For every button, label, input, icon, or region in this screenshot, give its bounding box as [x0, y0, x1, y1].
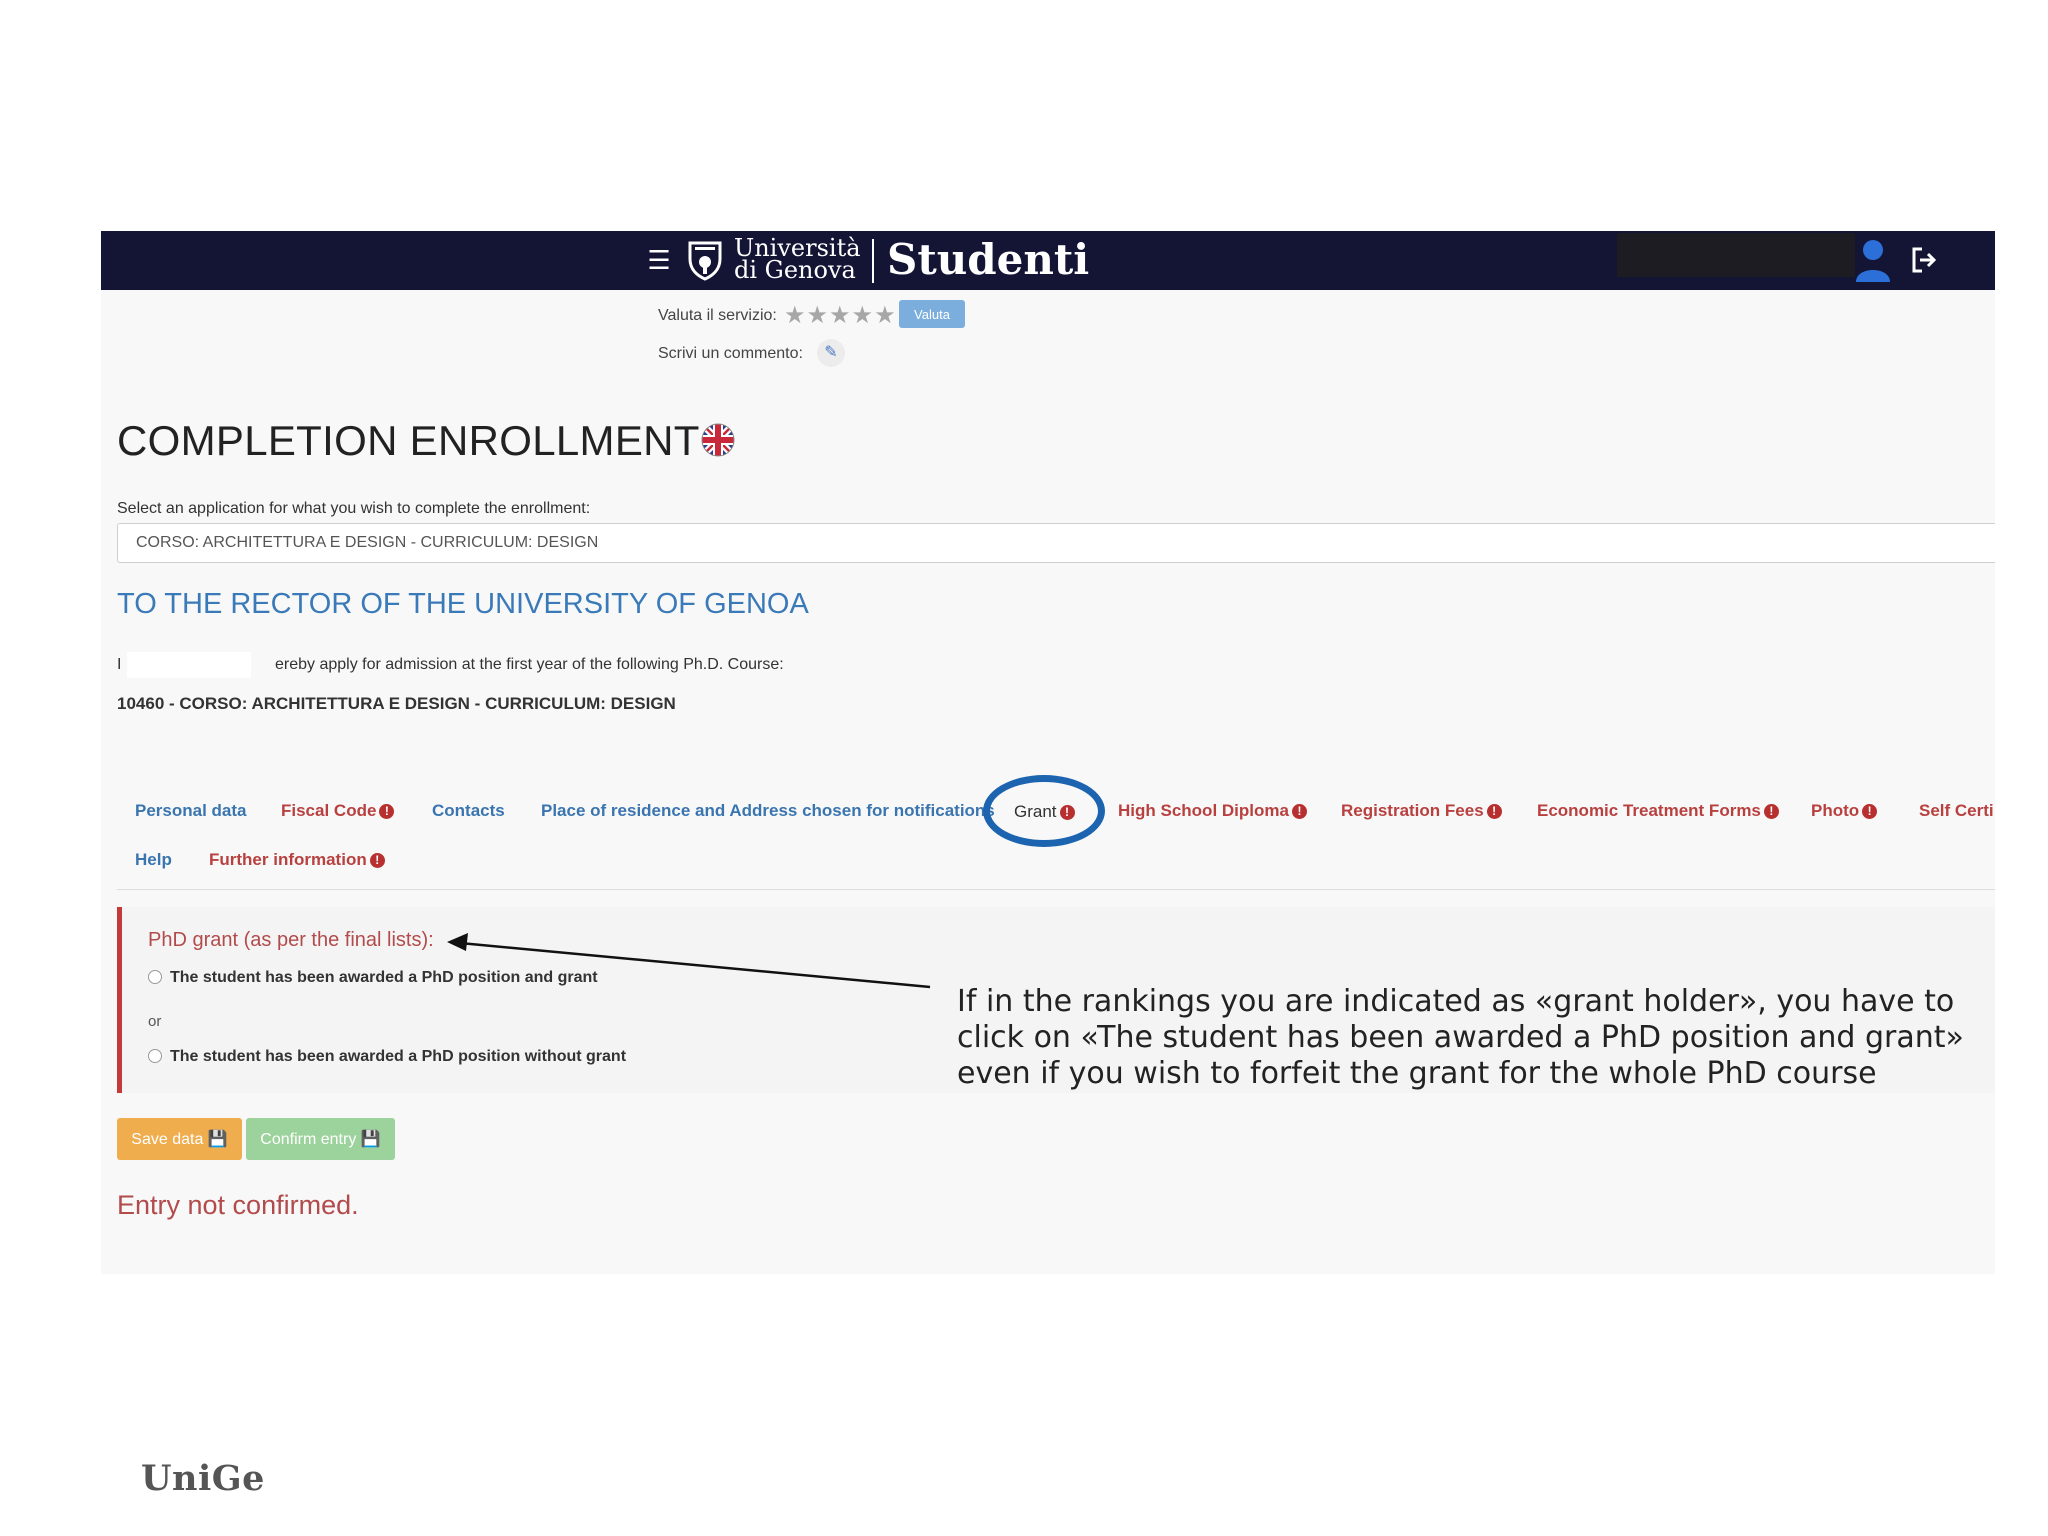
pencil-icon[interactable]: ✎	[817, 339, 845, 367]
option-with-grant-label: The student has been awarded a PhD posit…	[170, 969, 598, 986]
tab-registration-fees[interactable]: Registration Fees!	[1341, 801, 1502, 821]
tab-label: Registration Fees	[1341, 801, 1484, 820]
confirm-entry-button[interactable]: Confirm entry 💾	[246, 1118, 395, 1160]
option-with-grant[interactable]: The student has been awarded a PhD posit…	[148, 969, 598, 987]
tab-label: Place of residence and Address chosen fo…	[541, 801, 995, 820]
tab-personal-data[interactable]: Personal data	[135, 801, 247, 821]
unige-footer-logo: UniGe	[141, 1458, 265, 1499]
grant-tab-highlight-circle	[983, 775, 1105, 847]
screenshot-frame: ☰ Università di Genova Studenti Valuta i…	[101, 231, 1995, 1274]
hamburger-menu-icon[interactable]: ☰	[646, 247, 672, 273]
statement-prefix: I	[117, 656, 122, 673]
tab-help[interactable]: Help	[135, 850, 172, 870]
tab-label: Help	[135, 850, 172, 869]
tab-label: Self Certi	[1919, 801, 1994, 820]
tab-economic-treatment-forms[interactable]: Economic Treatment Forms!	[1537, 801, 1779, 821]
warning-icon: !	[1486, 804, 1502, 819]
page-title: COMPLETION ENROLLMENT	[117, 417, 700, 464]
application-select[interactable]: CORSO: ARCHITETTURA E DESIGN - CURRICULU…	[117, 523, 1995, 563]
course-name: 10460 - CORSO: ARCHITETTURA E DESIGN - C…	[117, 694, 676, 713]
warning-icon: !	[369, 853, 385, 868]
university-crest-icon	[688, 241, 722, 281]
save-data-button[interactable]: Save data 💾	[117, 1118, 242, 1160]
confirm-entry-label: Confirm entry	[260, 1131, 357, 1148]
or-label: or	[148, 1013, 162, 1030]
radio-without-grant[interactable]	[148, 1049, 162, 1063]
university-name-line2: di Genova	[734, 256, 856, 284]
user-avatar-icon[interactable]	[1853, 236, 1893, 282]
entry-status: Entry not confirmed.	[117, 1190, 359, 1220]
logo-divider	[872, 239, 874, 283]
tab-self-certification[interactable]: Self Certi	[1919, 801, 1994, 821]
save-data-label: Save data	[131, 1131, 204, 1148]
star-rating[interactable]: ★★★★★	[784, 301, 897, 330]
uk-flag-icon[interactable]	[701, 423, 735, 457]
comment-label: Scrivi un commento:	[658, 345, 803, 362]
application-select-label: Select an application for what you wish …	[117, 500, 591, 517]
tab-contacts[interactable]: Contacts	[432, 801, 505, 821]
tab-label: Economic Treatment Forms	[1537, 801, 1761, 820]
warning-icon: !	[1291, 804, 1307, 819]
tab-label: Photo	[1811, 801, 1860, 820]
application-select-value: CORSO: ARCHITETTURA E DESIGN - CURRICULU…	[136, 534, 599, 551]
redacted-name	[127, 652, 251, 678]
app-name: Studenti	[887, 235, 1090, 284]
warning-icon: !	[1763, 804, 1779, 819]
tab-place-of-residence[interactable]: Place of residence and Address chosen fo…	[541, 801, 995, 821]
rate-service-label: Valuta il servizio:	[658, 307, 777, 324]
radio-with-grant[interactable]	[148, 970, 162, 984]
rector-heading: TO THE RECTOR OF THE UNIVERSITY OF GENOA	[117, 588, 809, 620]
tab-high-school-diploma[interactable]: High School Diploma!	[1118, 801, 1307, 821]
tab-fiscal-code[interactable]: Fiscal Code!	[281, 801, 395, 821]
option-without-grant-label: The student has been awarded a PhD posit…	[170, 1048, 627, 1065]
rate-button[interactable]: Valuta	[899, 300, 965, 328]
grant-panel-title: PhD grant (as per the final lists):	[148, 929, 434, 951]
logout-icon[interactable]	[1909, 245, 1939, 275]
statement-text: ereby apply for admission at the first y…	[275, 656, 784, 673]
tab-label: Fiscal Code	[281, 801, 377, 820]
warning-icon: !	[379, 804, 395, 819]
annotation-text: If in the rankings you are indicated as …	[957, 984, 1964, 1091]
option-without-grant[interactable]: The student has been awarded a PhD posit…	[148, 1048, 626, 1066]
tab-label: Contacts	[432, 801, 505, 820]
tab-further-information[interactable]: Further information!	[209, 850, 385, 870]
tab-label: High School Diploma	[1118, 801, 1289, 820]
tabs-divider	[117, 889, 1995, 890]
warning-icon: !	[1862, 804, 1878, 819]
top-navigation-bar: ☰ Università di Genova Studenti	[101, 231, 1995, 290]
tab-label: Further information	[209, 850, 367, 869]
tab-photo[interactable]: Photo!	[1811, 801, 1878, 821]
user-name-box	[1617, 233, 1855, 277]
tab-label: Personal data	[135, 801, 247, 820]
